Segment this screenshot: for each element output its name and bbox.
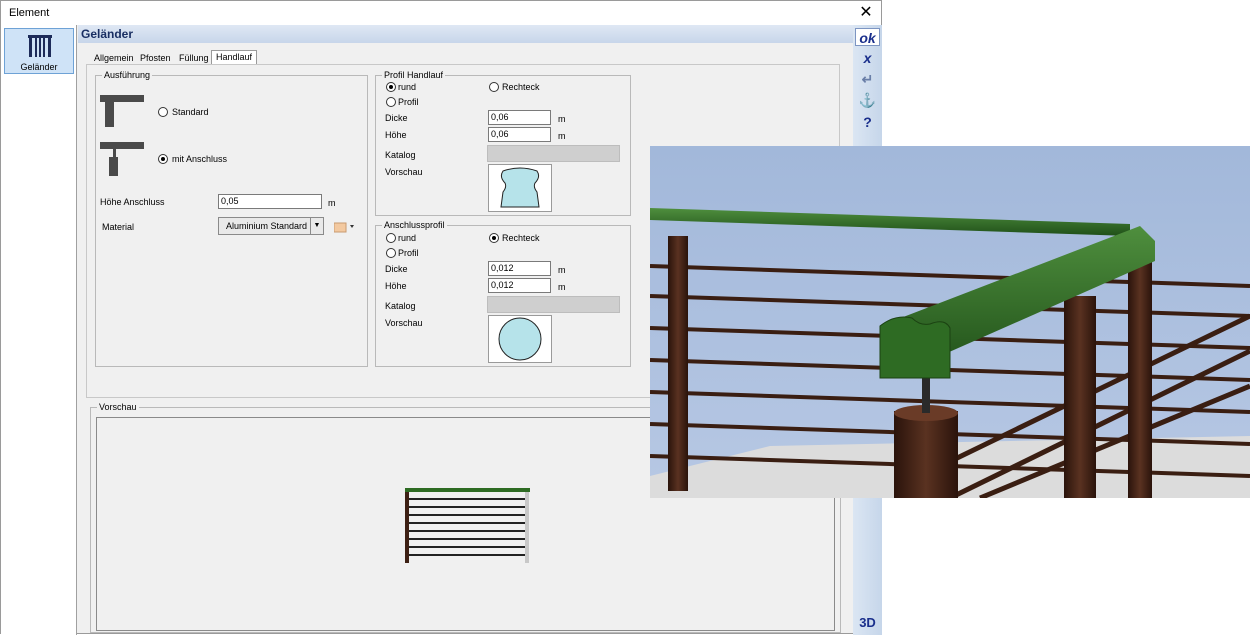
help-button[interactable]: ?: [855, 113, 880, 131]
element-type-list: Geländer: [1, 25, 77, 635]
handlauf-profil-label: Profil: [398, 97, 419, 107]
material-folder-icon[interactable]: [334, 220, 356, 234]
railing-3d-scene: [650, 146, 1250, 498]
anschluss-dicke-unit: m: [558, 265, 566, 275]
hoehe-anschluss-input[interactable]: 0,05: [218, 194, 322, 209]
standard-radio[interactable]: [158, 107, 168, 117]
anschluss-profile-preview: [488, 315, 552, 363]
handlauf-profil-radio[interactable]: [386, 97, 396, 107]
return-icon[interactable]: ↵: [855, 70, 880, 88]
ausfuehrung-group: Ausführung Standard mit Anschluss Höhe A…: [95, 70, 368, 367]
anschluss-profil-label: Profil: [398, 248, 419, 258]
railing-type-item[interactable]: Geländer: [4, 28, 74, 74]
tab-pfosten[interactable]: Pfosten: [135, 51, 176, 65]
mit-anschluss-radio[interactable]: [158, 154, 168, 164]
handlauf-rechteck-label: Rechteck: [502, 82, 540, 92]
page-title: Geländer: [81, 27, 134, 41]
anschluss-vorschau-label: Vorschau: [385, 318, 423, 328]
standard-preview-icon: [100, 95, 144, 127]
anschluss-dicke-label: Dicke: [385, 264, 408, 274]
anschlussprofil-group-label: Anschlussprofil: [382, 220, 447, 230]
handlauf-hoehe-input[interactable]: 0,06: [488, 127, 551, 142]
railing-type-label: Geländer: [20, 62, 58, 72]
anschluss-rechteck-radio[interactable]: [489, 233, 499, 243]
vorschau-group-label: Vorschau: [97, 402, 139, 412]
anschlussprofil-group: Anschlussprofil rund Rechteck Profil Dic…: [375, 220, 631, 367]
connection-profile-shape: [498, 317, 542, 361]
tab-allgemein[interactable]: Allgemein: [89, 51, 139, 65]
handlauf-rund-label: rund: [398, 82, 417, 92]
handlauf-profile-preview: [488, 164, 552, 212]
handlauf-hoehe-label: Höhe: [385, 130, 407, 140]
header-band: [78, 25, 853, 43]
anschluss-katalog-field[interactable]: [487, 296, 620, 313]
hoehe-anschluss-unit: m: [328, 198, 336, 208]
railing-3d-render: [650, 146, 1250, 498]
tab-handlauf[interactable]: Handlauf: [211, 50, 258, 65]
anschluss-profil-radio[interactable]: [386, 248, 396, 258]
chevron-down-icon: ▼: [310, 218, 323, 234]
anschluss-dicke-input[interactable]: 0,012: [488, 261, 551, 276]
close-button[interactable]: ✕: [853, 3, 879, 23]
3d-view-button[interactable]: 3D: [855, 614, 880, 632]
window-title: Element: [9, 7, 50, 19]
anschluss-hoehe-label: Höhe: [385, 281, 407, 291]
handrail-profile-shape: [500, 167, 540, 208]
railing-preview-drawing: [405, 488, 530, 563]
standard-radio-label: Standard: [172, 107, 209, 117]
tab-fuellung[interactable]: Füllung: [174, 51, 214, 65]
title-bar: Element ✕: [1, 1, 881, 25]
material-label: Material: [102, 222, 135, 232]
anschluss-rechteck-label: Rechteck: [502, 233, 540, 243]
profil-handlauf-group-label: Profil Handlauf: [382, 70, 446, 80]
handlauf-dicke-label: Dicke: [385, 113, 408, 123]
handlauf-rechteck-radio[interactable]: [489, 82, 499, 92]
handlauf-rund-radio[interactable]: [386, 82, 396, 92]
handlauf-hoehe-unit: m: [558, 131, 566, 141]
handlauf-vorschau-label: Vorschau: [385, 167, 423, 177]
hoehe-anschluss-label: Höhe Anschluss: [100, 197, 165, 207]
railing-icon: [28, 35, 52, 57]
handlauf-dicke-input[interactable]: 0,06: [488, 110, 551, 125]
anschluss-hoehe-unit: m: [558, 282, 566, 292]
anschluss-preview-icon: [100, 142, 144, 176]
anschluss-hoehe-input[interactable]: 0,012: [488, 278, 551, 293]
ok-button[interactable]: ok: [855, 28, 880, 46]
anschluss-rund-radio[interactable]: [386, 233, 396, 243]
material-value: Aluminium Standard: [226, 221, 308, 231]
profil-handlauf-group: Profil Handlauf rund Rechteck Profil Dic…: [375, 70, 631, 216]
anschluss-rund-label: rund: [398, 233, 417, 243]
anschluss-katalog-label: Katalog: [385, 301, 416, 311]
ausfuehrung-group-label: Ausführung: [102, 70, 153, 80]
anchor-icon[interactable]: ⚓: [855, 91, 880, 109]
mit-anschluss-radio-label: mit Anschluss: [172, 154, 228, 164]
cancel-button[interactable]: x: [855, 49, 880, 67]
material-dropdown[interactable]: Aluminium Standard ▼: [218, 217, 324, 235]
handlauf-katalog-label: Katalog: [385, 150, 416, 160]
handlauf-dicke-unit: m: [558, 114, 566, 124]
handlauf-katalog-field[interactable]: [487, 145, 620, 162]
